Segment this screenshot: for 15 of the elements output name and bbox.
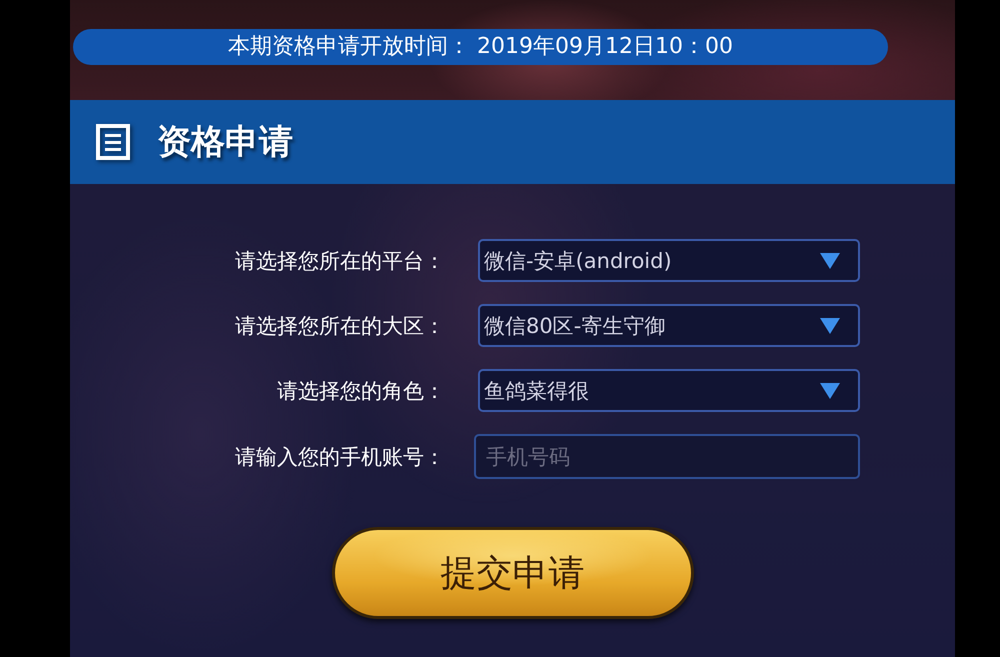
- field-label: 请选择您的角色：: [276, 378, 445, 404]
- caret-icon: [820, 318, 840, 334]
- submit-button[interactable]: 提交申请: [332, 527, 694, 619]
- dropdown-field[interactable]: 微信-安卓(android): [478, 239, 860, 282]
- caret-icon: [820, 382, 840, 398]
- dropdown-field[interactable]: 鱼鸽菜得很: [478, 369, 860, 412]
- document-icon: [95, 124, 131, 160]
- section-title: 资格申请: [157, 121, 293, 164]
- announcement-banner: 本期资格申请开放时间： 2019年09月12日10：00: [73, 29, 888, 65]
- input-field[interactable]: 手机号码: [474, 434, 860, 479]
- field-label: 请输入您的手机账号：: [234, 444, 445, 470]
- field-label: 请选择您所在的大区：: [234, 312, 445, 340]
- dropdown-field[interactable]: 微信80区-寄生守御: [478, 304, 860, 347]
- caret-icon: [820, 252, 840, 268]
- field-label: 请选择您所在的平台：: [234, 248, 445, 274]
